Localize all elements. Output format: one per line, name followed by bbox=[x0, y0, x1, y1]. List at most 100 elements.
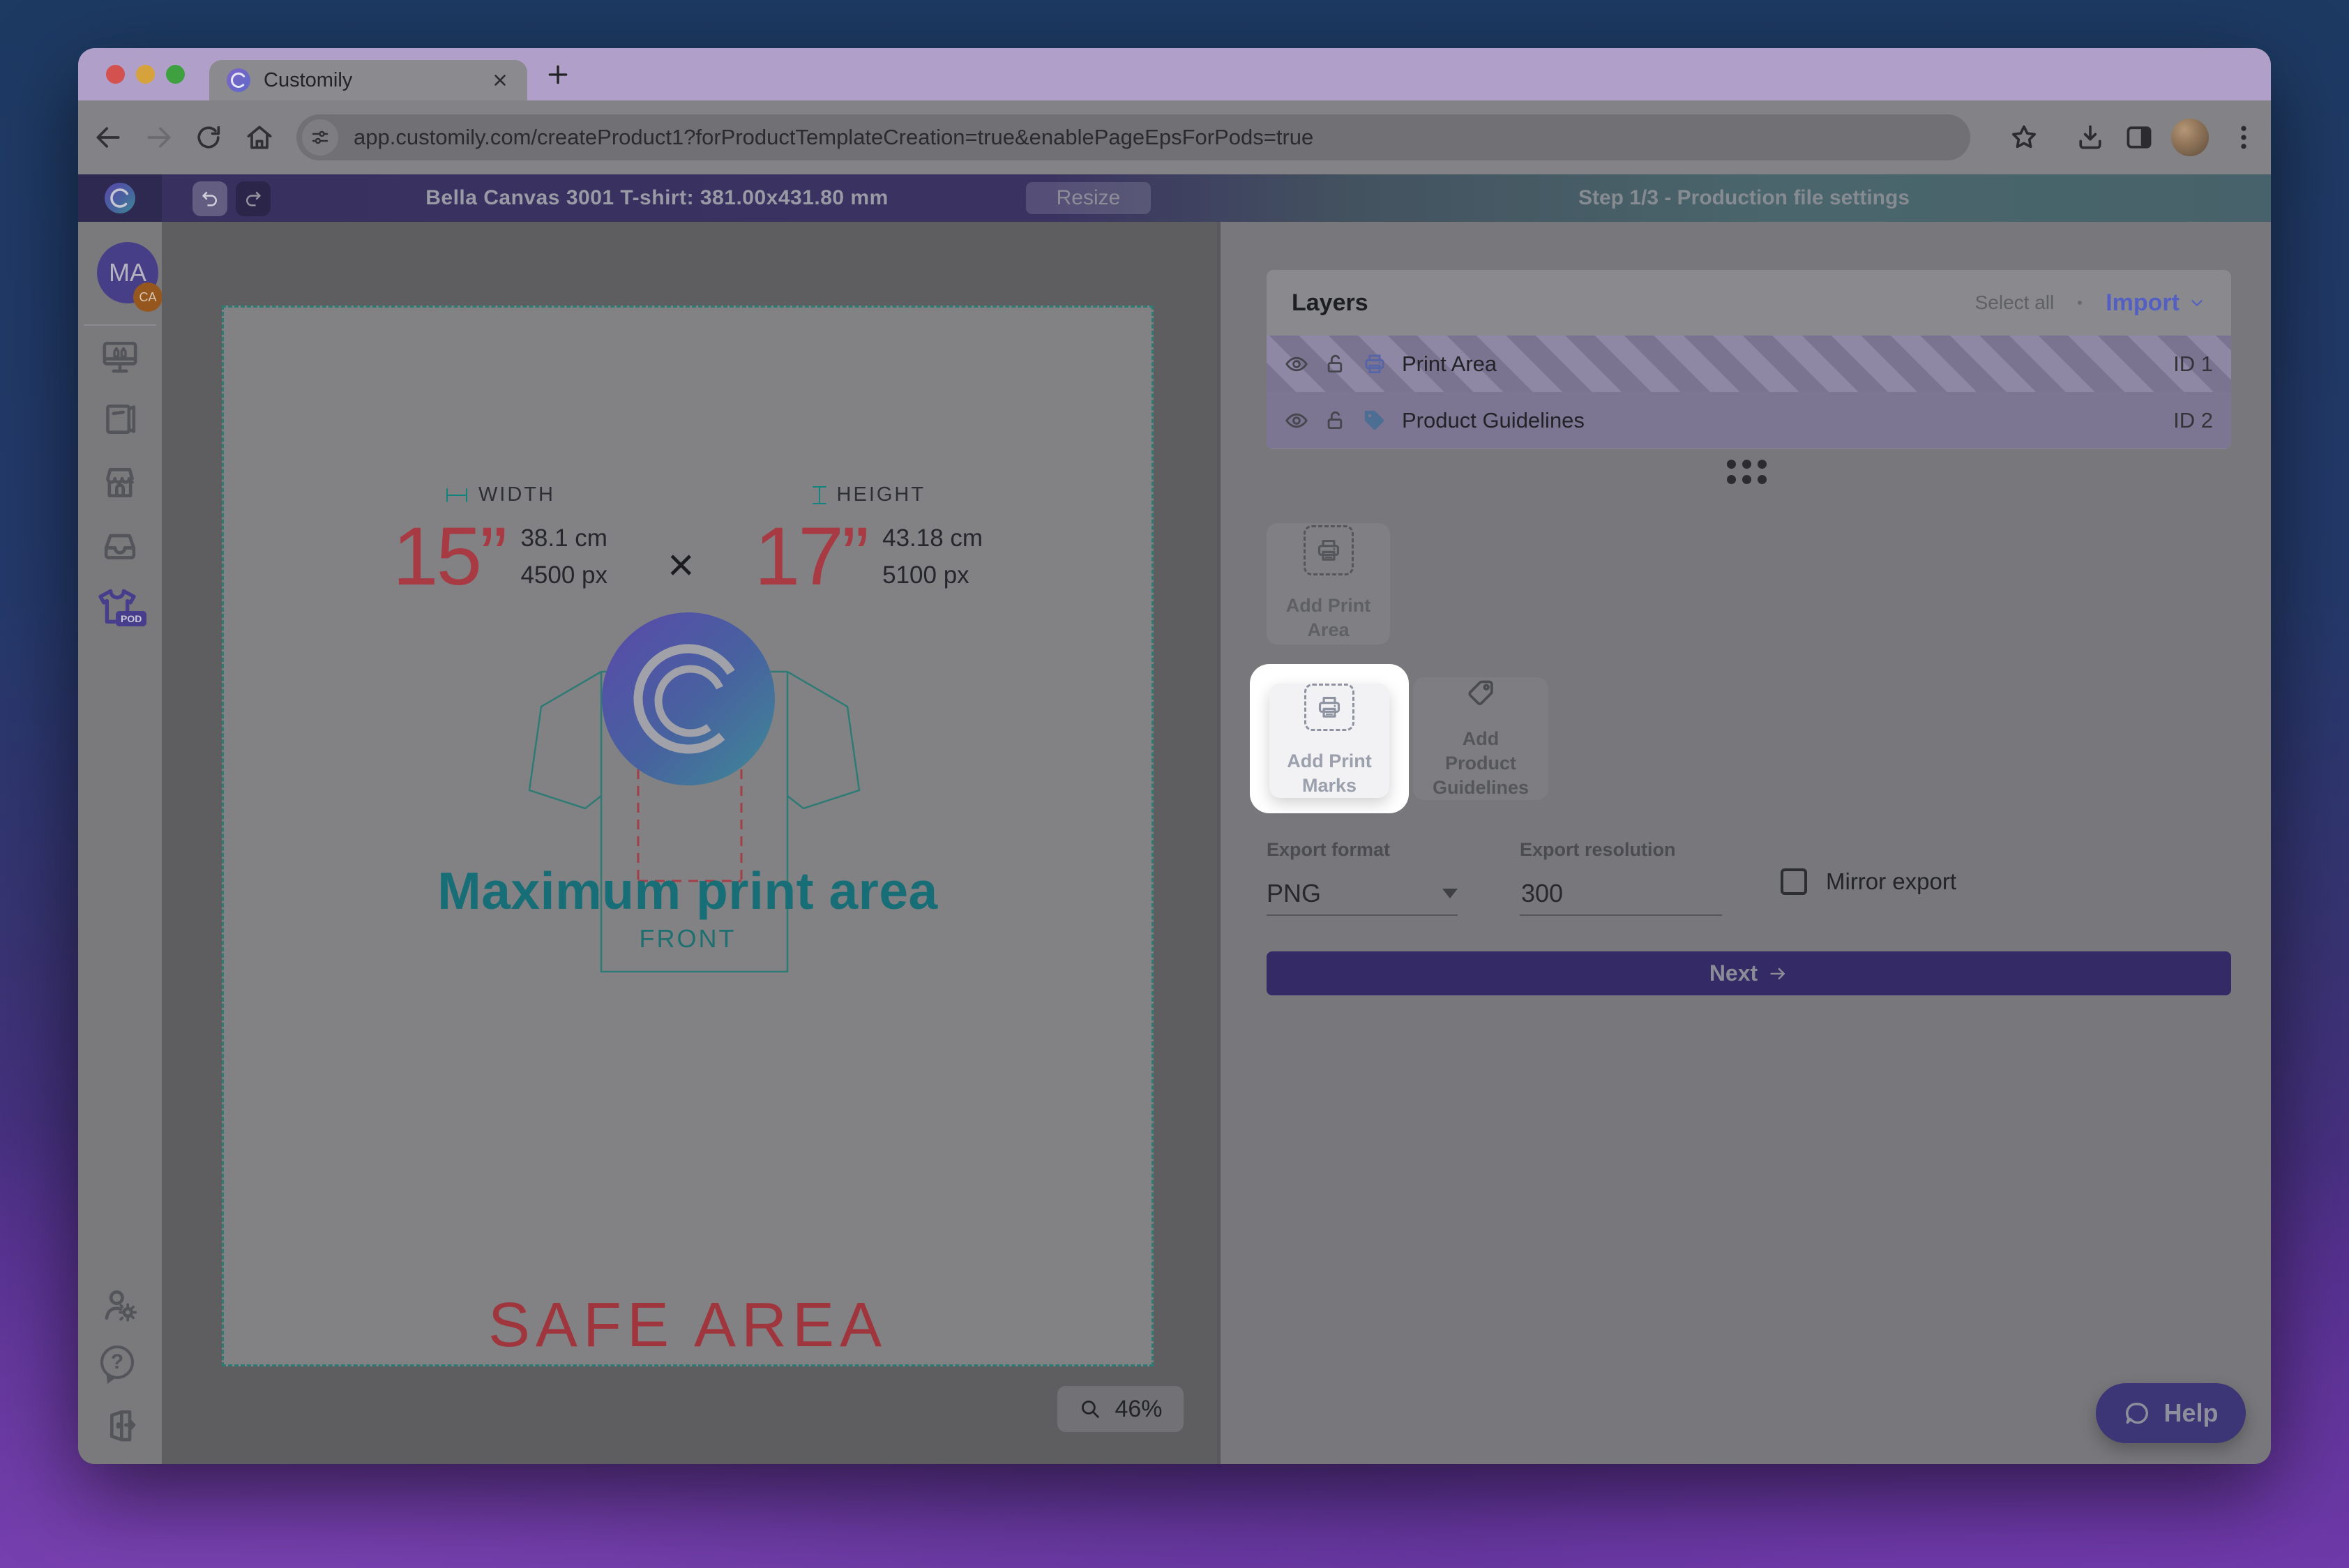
width-cm: 38.1 cm bbox=[520, 525, 607, 552]
dimensions-row: WIDTH 15” 38.1 cm 4500 px × bbox=[224, 483, 1151, 594]
select-all-button[interactable]: Select all bbox=[1975, 292, 2055, 314]
add-print-area-label: Add Print Area bbox=[1283, 594, 1374, 642]
close-window-button[interactable] bbox=[106, 65, 125, 84]
user-avatar[interactable]: MA CA bbox=[97, 242, 158, 303]
product-artboard: WIDTH 15” 38.1 cm 4500 px × bbox=[222, 306, 1154, 1366]
side-panel-icon[interactable] bbox=[2124, 122, 2154, 153]
width-px: 4500 px bbox=[520, 561, 607, 589]
logout-icon[interactable] bbox=[100, 1405, 139, 1445]
close-tab-icon[interactable] bbox=[491, 71, 509, 89]
url-text: app.customily.com/createProduct1?forProd… bbox=[354, 125, 1313, 150]
height-inches: 17” bbox=[755, 522, 868, 591]
help-button[interactable]: Help bbox=[2096, 1383, 2246, 1443]
width-inches: 15” bbox=[393, 522, 506, 591]
site-settings-icon[interactable] bbox=[302, 119, 338, 156]
resize-button[interactable]: Resize bbox=[1026, 182, 1151, 214]
layer-row-product-guidelines[interactable]: Product Guidelines ID 2 bbox=[1267, 392, 2231, 448]
avatar-initials: MA bbox=[109, 258, 146, 287]
help-faq-icon[interactable]: ? bbox=[100, 1345, 139, 1385]
unlock-icon[interactable] bbox=[1324, 352, 1347, 376]
height-cm: 43.18 cm bbox=[882, 525, 983, 552]
design-editor-icon[interactable] bbox=[100, 337, 139, 376]
redo-button[interactable] bbox=[236, 181, 271, 216]
add-print-area-button[interactable]: Add Print Area bbox=[1267, 523, 1390, 644]
height-icon bbox=[812, 485, 827, 506]
forward-icon[interactable] bbox=[144, 122, 174, 153]
export-format-select[interactable]: PNG bbox=[1267, 873, 1458, 916]
select-arrow-icon bbox=[1442, 889, 1458, 898]
tag-icon bbox=[1363, 409, 1387, 432]
browser-menu-icon[interactable] bbox=[2228, 122, 2259, 153]
add-product-guidelines-label: Add Product Guidelines bbox=[1425, 727, 1536, 800]
layers-card: Layers Select all Import bbox=[1267, 270, 2231, 449]
printer-icon bbox=[1363, 352, 1387, 376]
layer-row-print-area[interactable]: Print Area ID 1 bbox=[1267, 336, 2231, 392]
new-tab-button[interactable] bbox=[544, 61, 572, 89]
customily-logo bbox=[78, 174, 162, 222]
chevron-down-icon bbox=[2188, 294, 2206, 312]
visibility-icon[interactable] bbox=[1285, 352, 1308, 376]
width-label: WIDTH bbox=[478, 483, 555, 506]
magnifier-icon bbox=[1078, 1397, 1102, 1421]
account-settings-icon[interactable] bbox=[100, 1286, 139, 1325]
customily-watermark-logo bbox=[602, 612, 775, 785]
store-icon[interactable] bbox=[100, 463, 139, 502]
download-icon[interactable] bbox=[2075, 122, 2106, 153]
bookmark-star-icon[interactable] bbox=[2009, 122, 2039, 153]
customily-favicon bbox=[226, 68, 251, 93]
mirror-export-checkbox[interactable] bbox=[1781, 868, 1807, 895]
chat-bubble-icon bbox=[2123, 1399, 2152, 1428]
width-icon bbox=[445, 488, 469, 503]
times-symbol: × bbox=[667, 538, 695, 591]
app-sidebar: MA CA bbox=[78, 222, 162, 1464]
home-icon[interactable] bbox=[244, 122, 275, 153]
minimize-window-button[interactable] bbox=[136, 65, 155, 84]
unlock-icon[interactable] bbox=[1324, 409, 1347, 432]
browser-tab[interactable]: Customily bbox=[209, 60, 527, 100]
pod-products-icon[interactable]: POD bbox=[95, 585, 145, 635]
next-label: Next bbox=[1709, 960, 1758, 986]
export-resolution-input[interactable] bbox=[1520, 878, 1722, 909]
desktop-background: Customily bbox=[0, 0, 2349, 1568]
browser-window: Customily bbox=[78, 48, 2271, 1464]
tshirt-template-graphic bbox=[224, 308, 1151, 1364]
export-format-label: Export format bbox=[1267, 839, 1390, 861]
sidebar-divider bbox=[84, 324, 156, 326]
canvas-workspace: WIDTH 15” 38.1 cm 4500 px × bbox=[162, 222, 1217, 1464]
add-print-marks-button[interactable]: Add Print Marks bbox=[1269, 684, 1389, 798]
step-title: Step 1/3 - Production file settings bbox=[1217, 174, 2271, 222]
import-button[interactable]: Import bbox=[2106, 289, 2206, 317]
print-area-icon bbox=[1304, 525, 1354, 575]
inbox-icon[interactable] bbox=[100, 526, 139, 565]
export-resolution-field bbox=[1520, 873, 1722, 916]
tab-title: Customily bbox=[264, 69, 491, 92]
separator-dot bbox=[2078, 301, 2082, 305]
width-dimension: WIDTH 15” 38.1 cm 4500 px bbox=[393, 483, 607, 594]
editor-top-bar: Bella Canvas 3001 T-shirt: 381.00x431.80… bbox=[78, 174, 2271, 222]
panel-drag-handle[interactable] bbox=[1727, 460, 1767, 484]
templates-icon[interactable] bbox=[100, 400, 139, 439]
product-title: Bella Canvas 3001 T-shirt: 381.00x431.80… bbox=[308, 174, 1006, 222]
back-icon[interactable] bbox=[93, 122, 123, 153]
pod-badge: POD bbox=[116, 611, 146, 626]
layers-header: Layers Select all Import bbox=[1267, 270, 2231, 336]
production-settings-panel: Layers Select all Import bbox=[1217, 222, 2271, 1464]
safe-area-label: SAFE AREA bbox=[224, 1290, 1151, 1362]
add-product-guidelines-button[interactable]: Add Product Guidelines bbox=[1413, 677, 1548, 800]
url-bar[interactable]: app.customily.com/createProduct1?forProd… bbox=[296, 114, 1970, 160]
reload-icon[interactable] bbox=[193, 122, 224, 153]
zoom-control[interactable]: 46% bbox=[1057, 1386, 1184, 1432]
undo-button[interactable] bbox=[192, 181, 227, 216]
maximize-window-button[interactable] bbox=[166, 65, 185, 84]
visibility-icon[interactable] bbox=[1285, 409, 1308, 432]
print-marks-icon bbox=[1304, 684, 1354, 731]
browser-profile-avatar[interactable] bbox=[2171, 119, 2209, 156]
layers-title: Layers bbox=[1292, 289, 1975, 317]
add-print-marks-label: Add Print Marks bbox=[1284, 749, 1375, 798]
browser-toolbar: app.customily.com/createProduct1?forProd… bbox=[78, 100, 2271, 174]
export-format-value: PNG bbox=[1267, 879, 1321, 908]
avatar-badge: CA bbox=[133, 282, 163, 312]
next-button[interactable]: Next bbox=[1267, 951, 2231, 995]
layer-name: Print Area bbox=[1402, 352, 2158, 377]
layer-name: Product Guidelines bbox=[1402, 408, 2158, 433]
